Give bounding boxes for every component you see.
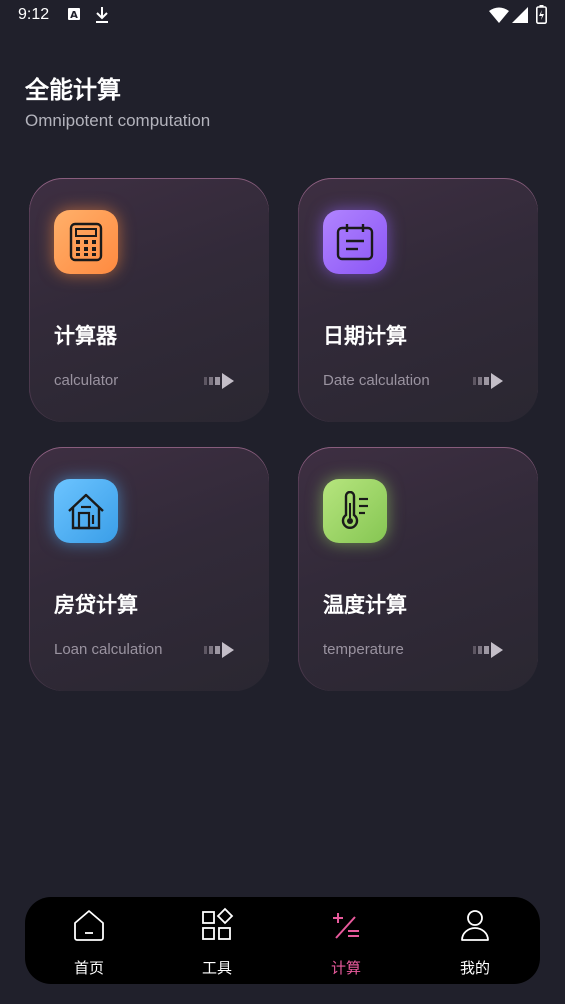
- card-title: 房贷计算: [54, 593, 138, 617]
- tools-grid-icon: [199, 907, 235, 943]
- calculator-icon: [54, 210, 118, 274]
- nav-label: 我的: [459, 959, 490, 977]
- bottom-nav: 首页 工具 计算 我的: [25, 897, 540, 984]
- card-subtitle: Date calculation: [323, 372, 430, 389]
- wifi-icon: [489, 7, 509, 27]
- calc-ops-icon: [328, 907, 364, 943]
- nav-label: 首页: [73, 959, 104, 977]
- card-date-calculation[interactable]: 日期计算 Date calculation: [298, 178, 538, 422]
- card-temperature[interactable]: 温度计算 temperature: [298, 447, 538, 691]
- arrow-right-icon: [473, 372, 509, 394]
- page-subtitle: Omnipotent computation: [25, 111, 211, 130]
- signal-icon: [512, 7, 528, 27]
- card-subtitle: calculator: [54, 372, 119, 389]
- status-time: 9:12: [18, 6, 50, 23]
- nav-label: 工具: [201, 959, 232, 977]
- status-bar: 9:12 A: [0, 0, 565, 32]
- card-loan-calculation[interactable]: 房贷计算 Loan calculation: [29, 447, 269, 691]
- nav-label: 计算: [330, 959, 361, 977]
- card-subtitle: Loan calculation: [54, 641, 163, 658]
- card-calculator[interactable]: 计算器 calculator: [29, 178, 269, 422]
- nav-item-mine[interactable]: 我的: [411, 897, 539, 984]
- user-icon: [457, 907, 493, 943]
- download-icon: [95, 6, 109, 28]
- arrow-right-icon: [204, 372, 240, 394]
- arrow-right-icon: [473, 641, 509, 663]
- calendar-icon: [323, 210, 387, 274]
- nav-item-calculate[interactable]: 计算: [282, 897, 410, 984]
- nav-item-tools[interactable]: 工具: [153, 897, 281, 984]
- battery-charging-icon: [536, 5, 547, 28]
- card-title: 温度计算: [323, 593, 407, 617]
- arrow-right-icon: [204, 641, 240, 663]
- home-icon: [71, 907, 107, 943]
- card-title: 日期计算: [323, 324, 407, 348]
- card-title: 计算器: [54, 324, 117, 348]
- nav-item-home[interactable]: 首页: [25, 897, 153, 984]
- svg-text:A: A: [70, 10, 78, 21]
- page-title: 全能计算: [25, 76, 121, 104]
- thermometer-icon: [323, 479, 387, 543]
- a11y-icon: A: [67, 6, 81, 26]
- house-icon: [54, 479, 118, 543]
- card-subtitle: temperature: [323, 641, 404, 658]
